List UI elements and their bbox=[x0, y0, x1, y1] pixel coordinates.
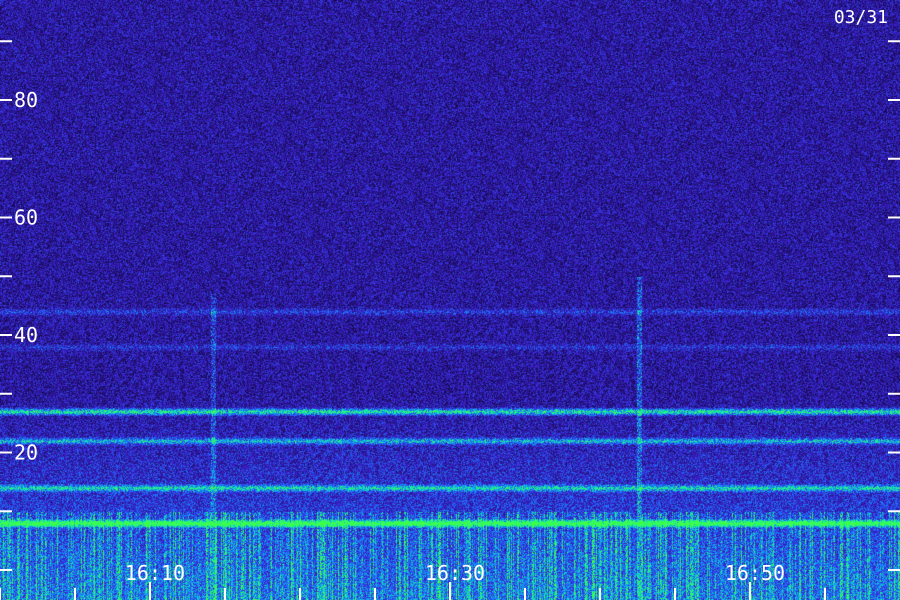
date-label: 03/31 bbox=[834, 7, 888, 28]
y-tick-label: 80 bbox=[14, 88, 38, 112]
y-tick-label: 20 bbox=[14, 441, 38, 465]
spectrogram-display: 20406080100 16:1016:3016:50 03/31 bbox=[0, 0, 900, 600]
x-tick-label: 16:50 bbox=[725, 561, 785, 585]
y-tick-label: 40 bbox=[14, 323, 38, 347]
x-tick-label: 16:10 bbox=[125, 561, 185, 585]
x-axis: 16:10 16:30 16:50 bbox=[0, 561, 826, 600]
y-tick-label: 60 bbox=[14, 206, 38, 230]
spectrogram-overlay: 20406080100 16:1016:3016:50 03/31 bbox=[0, 7, 900, 600]
x-tick-label: 16:30 bbox=[425, 561, 485, 585]
y-axis: 20406080100 bbox=[0, 40, 900, 571]
